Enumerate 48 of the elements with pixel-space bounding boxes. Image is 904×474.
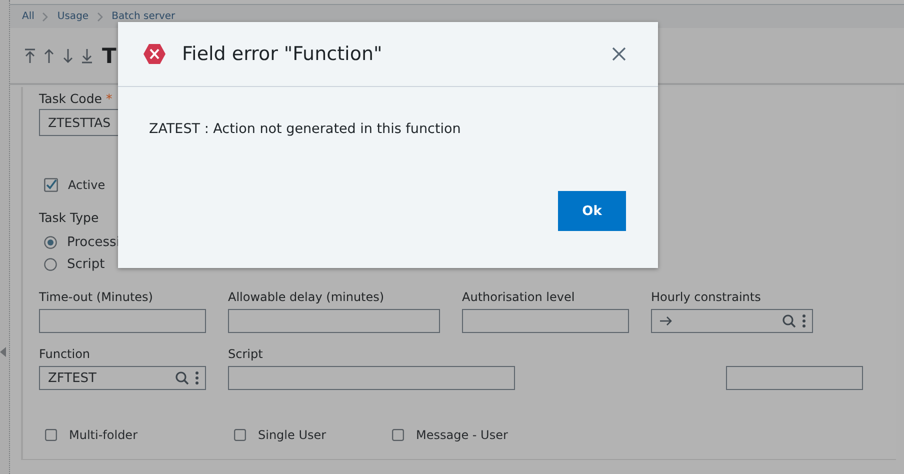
radio-button[interactable] [44,236,57,249]
field-label: Authorisation level [462,290,575,304]
field-value: ZFTEST [48,370,97,386]
first-record-icon[interactable] [24,48,36,64]
checkbox-icon[interactable] [44,178,58,192]
close-icon[interactable] [612,47,626,61]
field-label: Allowable delay (minutes) [228,290,384,304]
page-title: T [102,44,116,68]
dialog-title: Field error "Function" [182,43,382,65]
field-label: Task Code * [39,91,112,107]
error-icon [143,43,166,65]
more-options-icon[interactable] [802,314,806,328]
input-field[interactable] [228,366,515,390]
collapse-icon[interactable] [0,347,6,357]
breadcrumb-link[interactable]: All [22,11,34,22]
field-label: Task Type [39,210,99,226]
checkbox-label: Multi-folder [69,428,138,442]
checkbox-icon[interactable] [234,429,246,441]
breadcrumb-link[interactable]: Batch server [112,11,176,22]
input-field[interactable] [651,309,813,333]
required-mark: * [106,91,112,106]
input-field[interactable] [228,309,440,333]
ok-button[interactable]: Ok [558,191,626,231]
chevron-icon [96,12,104,22]
field-label: Time-out (Minutes) [39,290,153,304]
radio-button[interactable] [44,258,57,271]
checkbox-label: Single User [258,428,326,442]
more-options-icon[interactable] [195,371,199,385]
radio-label: Script [67,257,105,272]
input-field[interactable]: ZFTEST [39,366,206,390]
checkbox-label: Active [68,178,106,192]
checkbox-icon[interactable] [45,429,57,441]
search-icon[interactable] [175,371,189,385]
last-record-icon[interactable] [81,48,93,64]
input-field[interactable] [462,309,629,333]
search-icon[interactable] [782,314,796,328]
up-arrow-icon[interactable] [43,48,55,64]
field-label: Function [39,347,90,361]
field-label: Script [228,347,263,361]
checkbox-label: Message - User [416,428,508,442]
chevron-icon [42,12,50,22]
field-label: Hourly constraints [651,290,761,304]
down-arrow-icon[interactable] [62,48,74,64]
checkbox[interactable]: Active [44,178,106,192]
breadcrumb-link[interactable]: Usage [57,11,89,22]
checkbox-icon[interactable] [392,429,404,441]
input-field[interactable] [39,309,206,333]
input-field[interactable] [726,366,863,390]
